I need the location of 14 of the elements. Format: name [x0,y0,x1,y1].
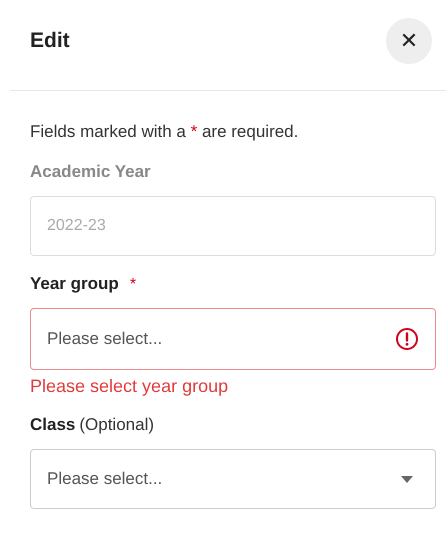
required-mark: * [130,276,136,294]
field-label: Academic Year [30,162,151,182]
text-field: 2022-23 [30,196,436,256]
field-label: Class [30,415,76,435]
dialog-title: Edit [30,29,70,53]
error-message: Please select year group [30,376,230,397]
optional-hint: (Optional) [79,415,154,435]
error-icon [395,327,419,351]
close-button[interactable]: ✕ [386,18,432,64]
field-label: Year group [30,274,119,294]
caret-icon [401,476,413,482]
select-field[interactable]: Please select... [30,449,436,509]
required-note: Fields marked with a * are required. [30,122,300,142]
select-field[interactable]: Please select... [30,308,436,370]
